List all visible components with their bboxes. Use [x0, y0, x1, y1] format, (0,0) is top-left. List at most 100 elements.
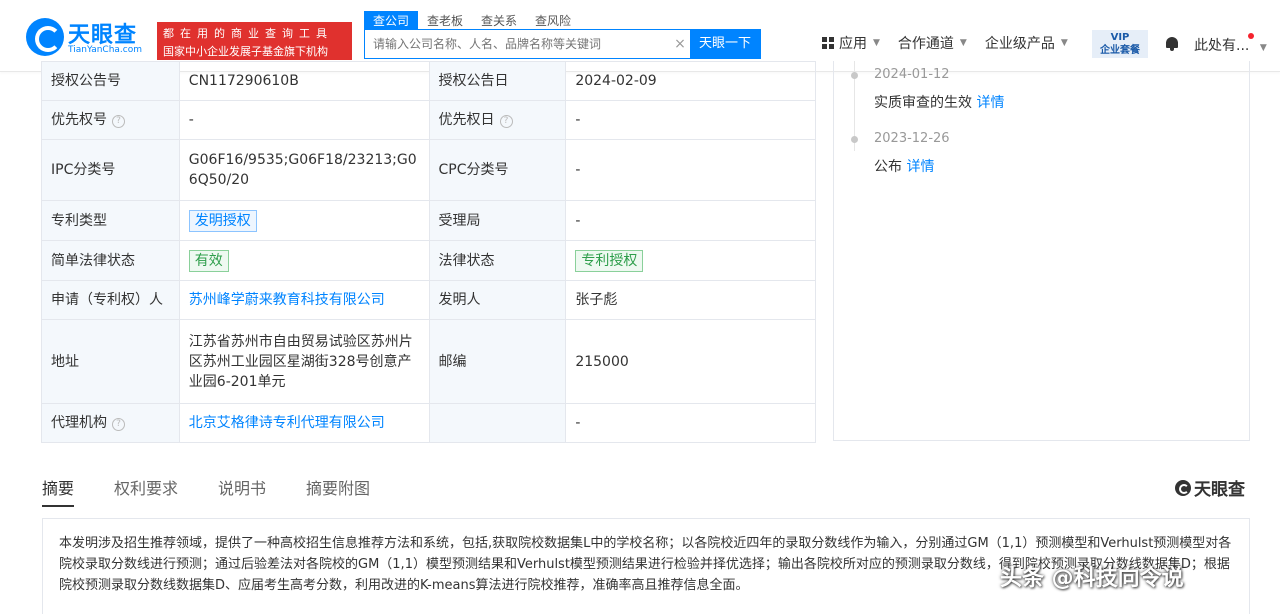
value-receiving-office: -: [565, 200, 816, 241]
caret-down-icon: ▼: [1060, 38, 1068, 48]
label-grant-number: 授权公告号: [41, 61, 180, 101]
label-text: 优先权号: [51, 112, 107, 128]
timeline-date: 2023-12-26: [874, 131, 950, 146]
help-icon[interactable]: ?: [112, 115, 125, 128]
table-row: IPC分类号 G06F16/9535;G06F18/23213;G06Q50/2…: [41, 139, 816, 201]
brand-logo-right: 天眼查: [1175, 475, 1245, 500]
timeline-detail-link[interactable]: 详情: [906, 159, 934, 175]
timeline-event: 实质审查的生效 详情: [874, 92, 1004, 112]
label-legal-status: 法律状态: [428, 240, 567, 281]
label-patent-type: 专利类型: [41, 200, 180, 241]
user-menu[interactable]: 此处有... ▼: [1194, 35, 1267, 55]
vip-plan-label: 企业套餐: [1100, 45, 1140, 56]
notification-dot: [1248, 33, 1254, 39]
nav-cooperation-label: 合作通道: [897, 36, 954, 52]
label-cpc: CPC分类号: [428, 139, 567, 201]
applicant-link[interactable]: 苏州峰学蔚来教育科技有限公司: [189, 292, 385, 308]
value-inventor: 张子彪: [565, 280, 816, 320]
label-ipc: IPC分类号: [41, 139, 180, 201]
label-receiving-office: 受理局: [428, 200, 567, 241]
value-priority-number: -: [178, 100, 430, 140]
search-box: × 天眼一下: [364, 29, 761, 59]
clear-icon[interactable]: ×: [670, 30, 690, 58]
slogan-line-1: 都在用的商业查询工具: [163, 27, 333, 40]
search-tab-relation[interactable]: 查关系: [472, 11, 526, 29]
table-row: 优先权号? - 优先权日? -: [41, 100, 816, 140]
help-icon[interactable]: ?: [112, 418, 125, 431]
watermark: 头条 @科技向令说: [1000, 566, 1184, 591]
vip-label: VIP: [1110, 32, 1130, 43]
label-grant-date: 授权公告日: [428, 61, 567, 101]
label-simple-legal-status: 简单法律状态: [41, 240, 180, 281]
label-applicant: 申请（专利权）人: [41, 280, 180, 320]
label-priority-number: 优先权号?: [41, 100, 180, 140]
label-priority-date: 优先权日?: [428, 100, 567, 140]
value-priority-date: -: [565, 100, 816, 140]
table-row: 地址 江苏省苏州市自由贸易试验区苏州片区苏州工业园区星湖街328号创意产业园6-…: [41, 319, 816, 404]
logo-domain: TianYanCha.com: [68, 45, 143, 55]
bell-icon[interactable]: [1165, 36, 1179, 51]
search-input[interactable]: [365, 30, 670, 58]
user-name: 此处有...: [1194, 38, 1250, 54]
nav-cooperation[interactable]: 合作通道 ▼: [898, 33, 967, 53]
tab-description[interactable]: 说明书: [218, 475, 266, 507]
label-inventor: 发明人: [428, 280, 567, 320]
top-nav: 应用 ▼ 合作通道 ▼ 企业级产品 ▼: [822, 33, 1086, 53]
timeline-event-text: 实质审查的生效: [874, 95, 972, 111]
search-button[interactable]: 天眼一下: [690, 30, 760, 58]
timeline-detail-link[interactable]: 详情: [976, 95, 1004, 111]
status-badge: 有效: [188, 249, 229, 272]
caret-down-icon: ▼: [1259, 43, 1267, 53]
value-grant-number: CN117290610B: [178, 61, 430, 101]
brand-name: 天眼查: [1194, 480, 1245, 500]
timeline-date: 2024-01-12: [874, 67, 950, 82]
search-tab-boss[interactable]: 查老板: [418, 11, 472, 29]
nav-enterprise-label: 企业级产品: [984, 36, 1055, 52]
help-icon[interactable]: ?: [499, 115, 513, 128]
search-type-tabs: 查公司 查老板 查关系 查风险: [364, 11, 580, 29]
legal-status-badge: 专利授权: [575, 249, 644, 272]
value-postcode: 215000: [565, 319, 816, 404]
patent-type-tag: 发明授权: [188, 209, 257, 232]
table-row: 专利类型 发明授权 受理局 -: [41, 200, 816, 241]
timeline-event-text: 公布: [874, 159, 902, 175]
tab-claims[interactable]: 权利要求: [114, 475, 178, 507]
label-postcode: 邮编: [428, 319, 567, 404]
value-applicant: 苏州峰学蔚来教育科技有限公司: [178, 280, 430, 320]
apps-grid-icon: [822, 37, 834, 49]
value-agency: 北京艾格律诗专利代理有限公司: [178, 403, 430, 443]
label-agent: [428, 403, 567, 443]
search-tab-risk[interactable]: 查风险: [526, 11, 580, 29]
label-text: 优先权日: [438, 112, 495, 128]
label-agency: 代理机构?: [41, 403, 180, 443]
value-legal-status: 专利授权: [565, 240, 816, 281]
label-text: 代理机构: [51, 415, 107, 431]
slogan-line-2: 国家中小企业发展子基金旗下机构: [163, 45, 328, 58]
value-patent-type: 发明授权: [178, 200, 430, 241]
tab-abstract[interactable]: 摘要: [42, 475, 75, 507]
timeline-event: 公布 详情: [874, 156, 934, 176]
vip-enterprise-button[interactable]: VIP 企业套餐: [1092, 30, 1148, 58]
caret-down-icon: ▼: [873, 38, 880, 48]
patent-info-table: 授权公告号 CN117290610B 授权公告日 2024-02-09 优先权号…: [41, 61, 816, 443]
value-ipc: G06F16/9535;G06F18/23213;G06Q50/20: [178, 139, 430, 201]
table-row: 简单法律状态 有效 法律状态 专利授权: [41, 240, 816, 281]
tab-abstract-figure[interactable]: 摘要附图: [306, 475, 370, 507]
table-row: 申请（专利权）人 苏州峰学蔚来教育科技有限公司 发明人 张子彪: [41, 280, 816, 320]
eye-logo-icon: [26, 18, 64, 56]
nav-enterprise-products[interactable]: 企业级产品 ▼: [985, 33, 1068, 53]
nav-apps-label: 应用: [839, 36, 867, 52]
value-grant-date: 2024-02-09: [565, 61, 816, 101]
tianyancha-logo[interactable]: 天眼查 TianYanCha.com: [26, 16, 151, 60]
agency-link[interactable]: 北京艾格律诗专利代理有限公司: [189, 415, 385, 431]
search-tab-company[interactable]: 查公司: [364, 11, 419, 29]
value-simple-legal-status: 有效: [178, 240, 430, 281]
timeline-dot: [851, 72, 858, 79]
slogan-banner: 都在用的商业查询工具 国家中小企业发展子基金旗下机构: [157, 22, 352, 60]
value-agent: -: [565, 403, 816, 443]
caret-down-icon: ▼: [959, 38, 967, 48]
timeline-dot: [851, 136, 858, 143]
value-cpc: -: [565, 139, 816, 201]
content-tabs: 摘要 权利要求 说明书 摘要附图: [42, 475, 410, 507]
nav-apps[interactable]: 应用 ▼: [822, 33, 880, 53]
